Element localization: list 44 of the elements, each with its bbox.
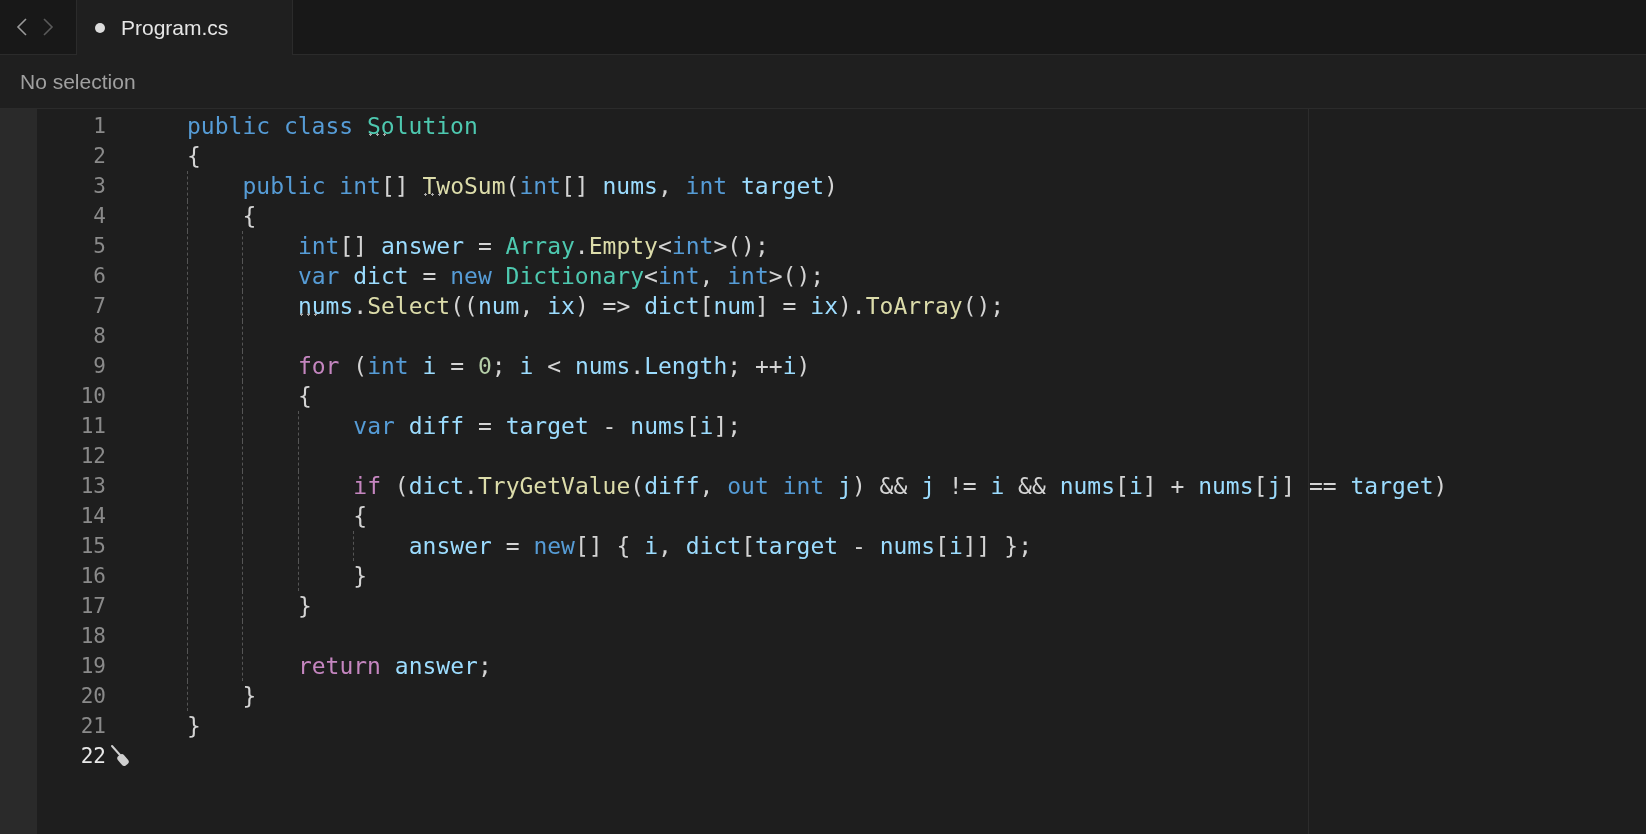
line-number: 5	[92, 234, 106, 258]
line-number: 13	[79, 474, 106, 498]
line-number: 21	[79, 714, 106, 738]
line-number: 12	[79, 444, 106, 468]
line-number: 16	[79, 564, 106, 588]
line-number: 14	[79, 504, 106, 528]
line-number: 3	[92, 174, 106, 198]
line-number: 1	[92, 114, 106, 138]
code-line: {	[353, 502, 368, 531]
code-line: answer = new[] { i, dict[target - nums[i]] };	[408, 532, 1032, 561]
code-line: nums.Select((num, ix) => dict[num] = ix).ToArray();	[297, 292, 1005, 321]
code-line: }	[353, 562, 368, 591]
code-line: {	[297, 382, 312, 411]
line-number: 20	[79, 684, 106, 708]
editor-tab[interactable]: Program.cs	[77, 0, 293, 55]
code-line: if (dict.TryGetValue(diff, out int j) && j != i && nums[i] + nums[j] == target)	[353, 472, 1448, 501]
code-line: public class Solution	[187, 112, 478, 141]
code-line: }	[187, 712, 201, 741]
tab-label: Program.cs	[121, 15, 229, 40]
line-number: 19	[79, 654, 106, 678]
code-line: var dict = new Dictionary<int, int>();	[297, 262, 825, 291]
code-line: for (int i = 0; i < nums.Length; ++i)	[297, 352, 811, 381]
code-line: int[] answer = Array.Empty<int>();	[297, 232, 769, 261]
line-number: 9	[92, 354, 106, 378]
code-line: var diff = target - nums[i];	[353, 412, 742, 441]
line-number: 22	[79, 744, 106, 768]
line-number: 17	[79, 594, 106, 618]
code-line: return answer;	[297, 652, 492, 681]
line-number: 7	[92, 294, 106, 318]
code-line: {	[242, 202, 257, 231]
back-button[interactable]	[16, 17, 28, 37]
code-line: }	[242, 682, 257, 711]
line-number: 6	[92, 264, 106, 288]
line-number: 11	[79, 414, 106, 438]
line-number: 15	[79, 534, 106, 558]
line-number: 8	[92, 324, 106, 348]
code-line: }	[297, 592, 312, 621]
screwdriver-icon[interactable]	[110, 744, 132, 768]
line-number: 4	[92, 204, 106, 228]
code-line: public int[] TwoSum(int[] nums, int target)	[242, 172, 838, 201]
line-number: 2	[92, 144, 106, 168]
code-line: {	[187, 142, 201, 171]
line-number: 18	[79, 624, 106, 648]
line-number: 10	[79, 384, 106, 408]
